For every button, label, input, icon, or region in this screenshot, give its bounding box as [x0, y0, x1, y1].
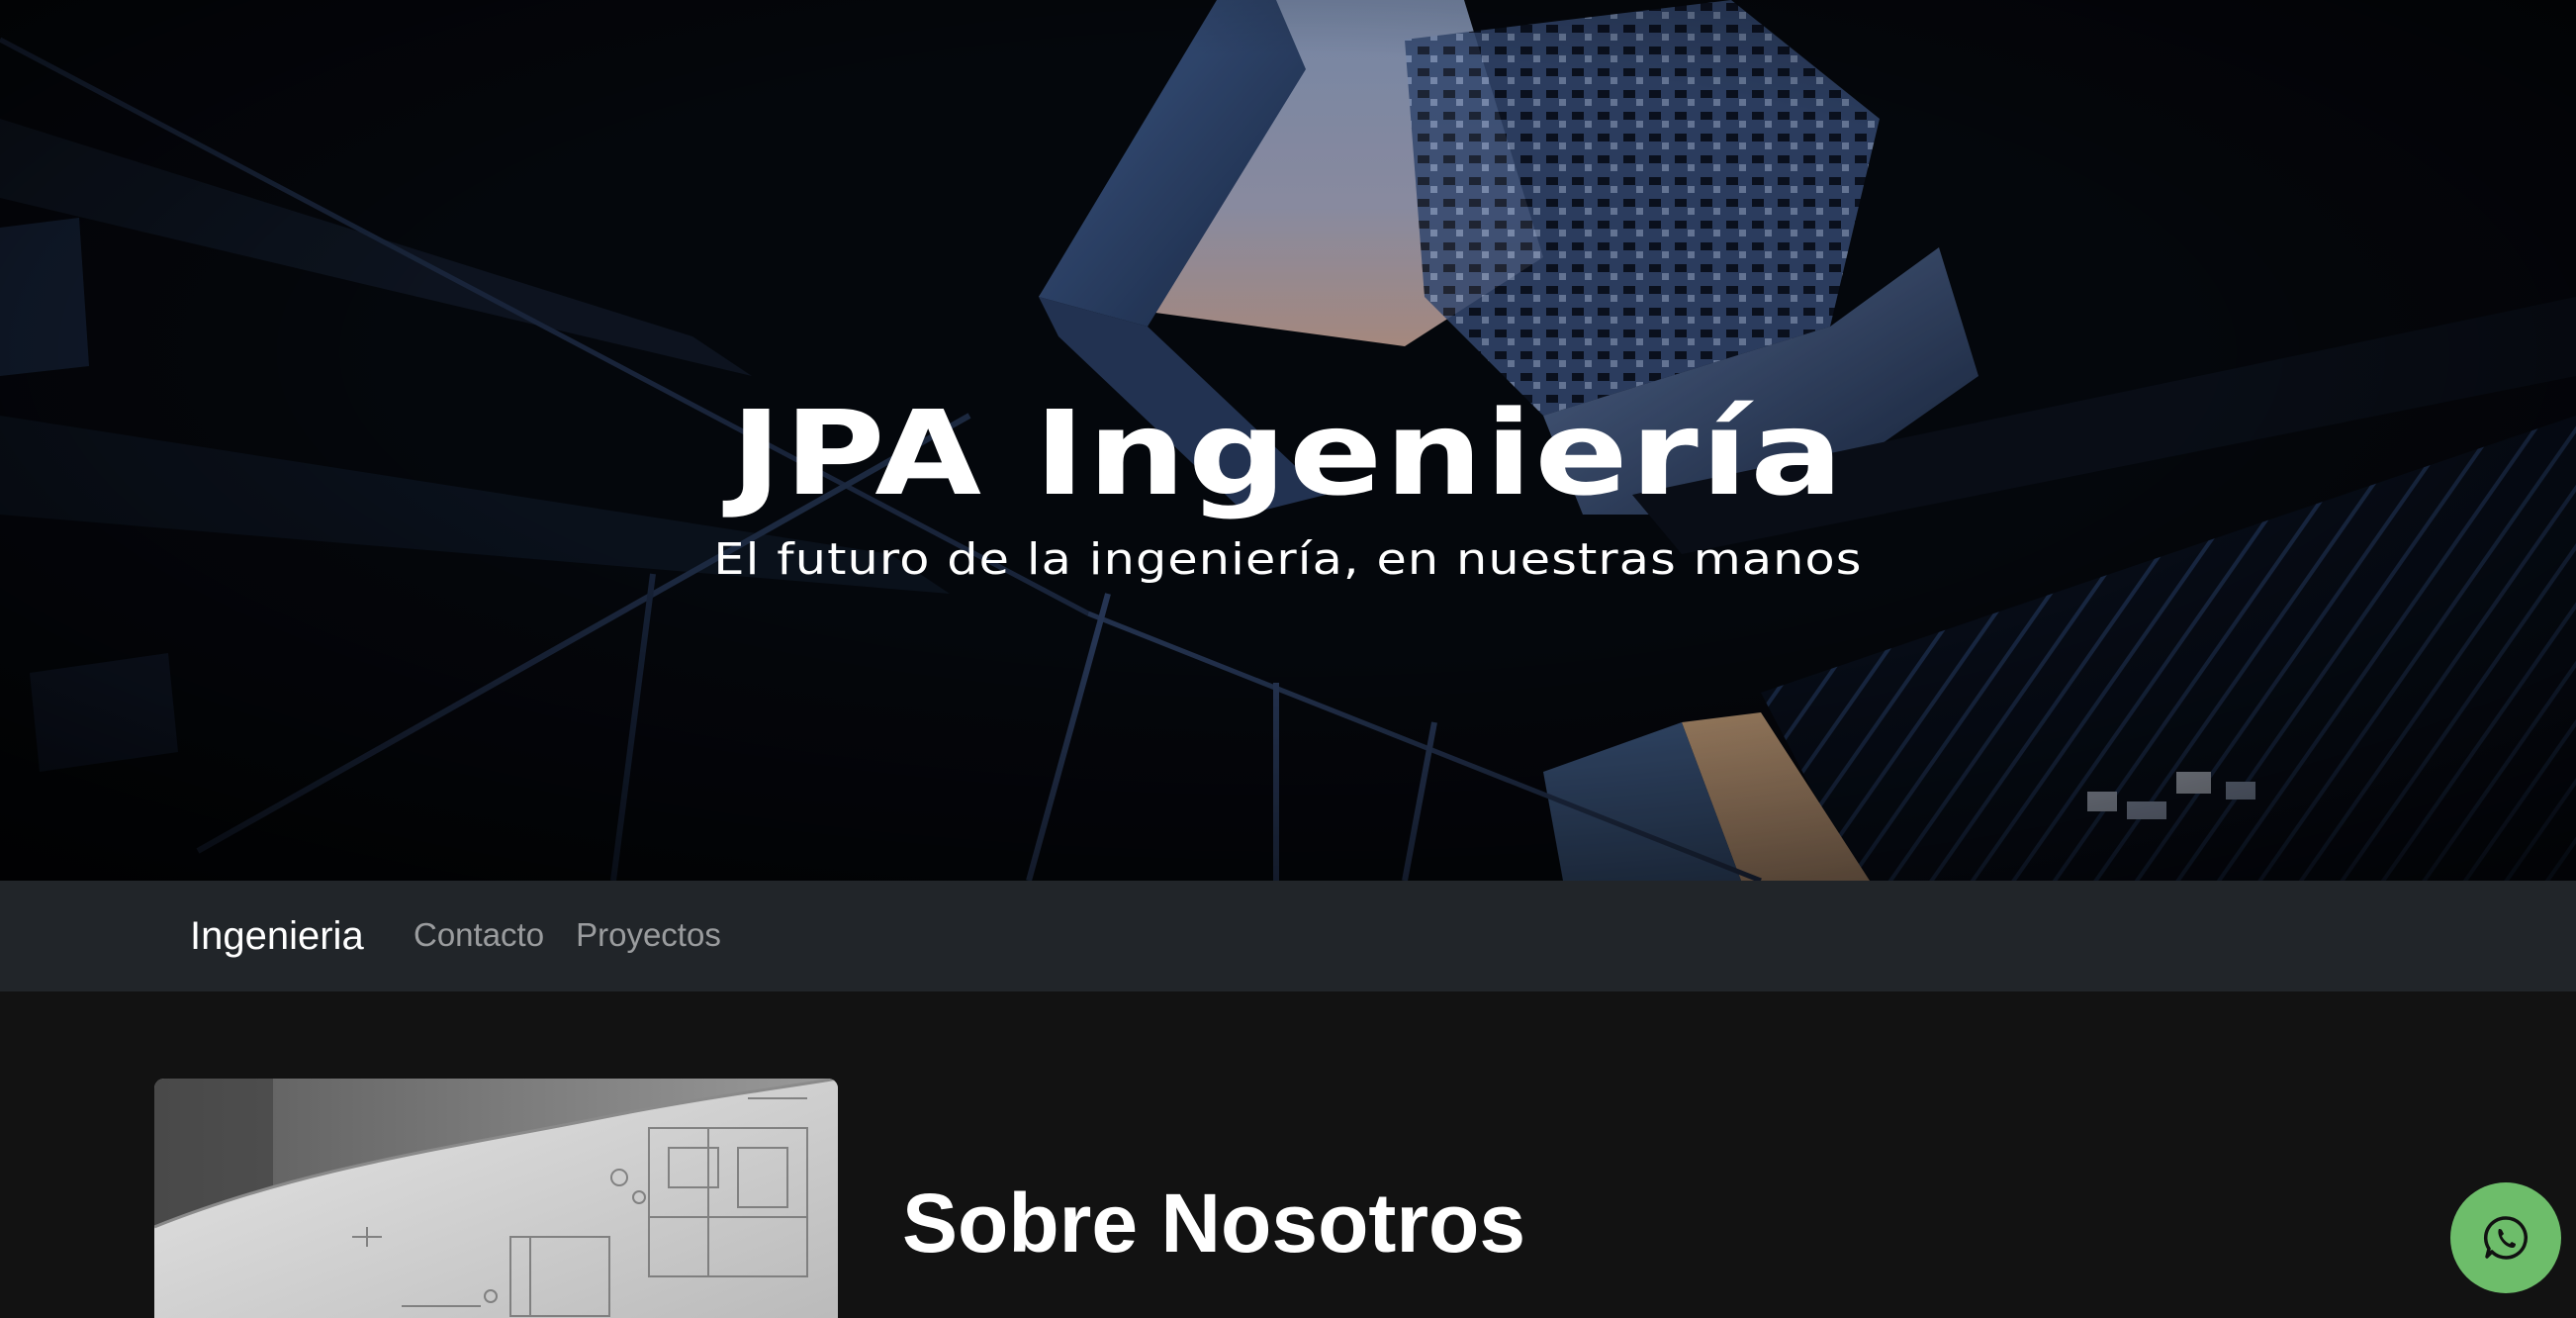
page: JPA Ingeniería El futuro de la ingenierí…: [0, 0, 2576, 1318]
nav-link-proyectos[interactable]: Proyectos: [576, 912, 721, 958]
blueprint-image: [154, 1079, 838, 1318]
about-image: [154, 1079, 838, 1318]
hero-subtitle: El futuro de la ingeniería, en nuestras …: [713, 534, 1863, 585]
whatsapp-icon: [2483, 1216, 2529, 1260]
hero-section: JPA Ingeniería El futuro de la ingenierí…: [0, 0, 2576, 881]
about-section: Sobre Nosotros: [0, 991, 2576, 1318]
navbar: Ingenieria Contacto Proyectos: [0, 881, 2576, 991]
nav-link-contacto[interactable]: Contacto: [414, 912, 544, 958]
about-title: Sobre Nosotros: [902, 1177, 1526, 1270]
hero-title: JPA Ingeniería: [730, 385, 1846, 522]
nav-links: Contacto Proyectos: [414, 912, 721, 958]
navbar-brand[interactable]: Ingenieria: [190, 908, 364, 964]
whatsapp-button[interactable]: [2450, 1182, 2561, 1293]
